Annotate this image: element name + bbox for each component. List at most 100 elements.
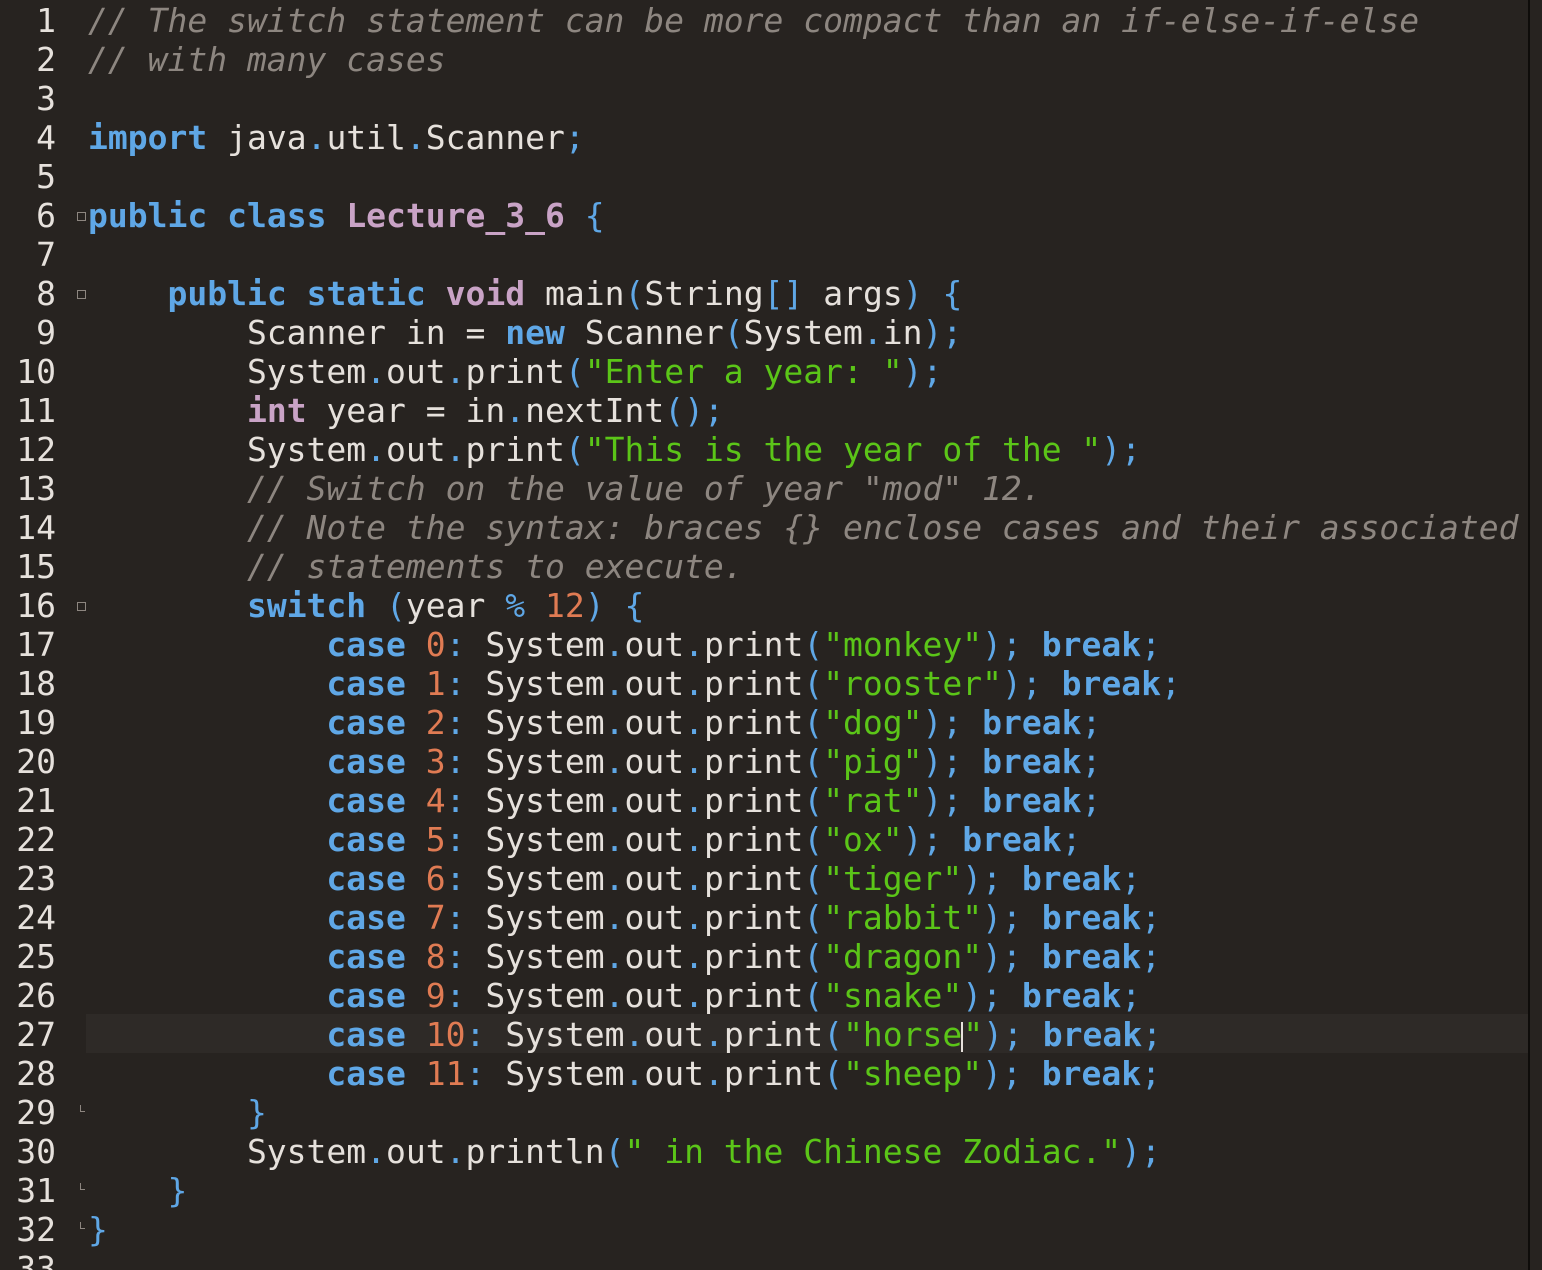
line-number: 15: [16, 547, 56, 586]
line-number: 1: [36, 1, 56, 40]
code-line[interactable]: 1 // The switch statement can be more com…: [0, 1, 1528, 40]
line-number: 19: [16, 703, 56, 742]
line-number: 6: [36, 196, 56, 235]
line-number: 28: [16, 1054, 56, 1093]
code-line[interactable]: 31 }: [0, 1171, 1528, 1210]
code-line[interactable]: 7: [0, 235, 1528, 274]
line-number: 12: [16, 430, 56, 469]
code-line[interactable]: 13 // Switch on the value of year "mod" …: [0, 469, 1528, 508]
code-text[interactable]: case 1: System.out.print("rooster"); bre…: [88, 664, 1180, 703]
line-number: 11: [16, 391, 56, 430]
line-number: 4: [36, 118, 56, 157]
code-text[interactable]: System.out.println(" in the Chinese Zodi…: [88, 1132, 1161, 1171]
code-line[interactable]: 9 Scanner in = new Scanner(System.in);: [0, 313, 1528, 352]
code-text[interactable]: case 7: System.out.print("rabbit"); brea…: [88, 898, 1161, 937]
code-line[interactable]: 3: [0, 79, 1528, 118]
code-text[interactable]: }: [88, 1171, 187, 1210]
code-line[interactable]: 32}: [0, 1210, 1528, 1249]
code-line[interactable]: 15 // statements to execute.: [0, 547, 1528, 586]
line-number: 13: [16, 469, 56, 508]
line-number: 33: [16, 1249, 56, 1270]
code-line[interactable]: 22 case 5: System.out.print("ox"); break…: [0, 820, 1528, 859]
code-text[interactable]: // with many cases: [88, 40, 446, 79]
code-line[interactable]: 6 public class Lecture_3_6 {: [0, 196, 1528, 235]
code-line[interactable]: 19 case 2: System.out.print("dog"); brea…: [0, 703, 1528, 742]
fold-toggle-icon[interactable]: [77, 212, 86, 221]
line-number: 25: [16, 937, 56, 976]
line-number: 30: [16, 1132, 56, 1171]
code-text[interactable]: case 4: System.out.print("rat"); break;: [88, 781, 1101, 820]
code-line[interactable]: 5: [0, 157, 1528, 196]
code-line[interactable]: 14 // Note the syntax: braces {} enclose…: [0, 508, 1528, 547]
code-line[interactable]: 25 case 8: System.out.print("dragon"); b…: [0, 937, 1528, 976]
code-text[interactable]: case 10: System.out.print("horse"); brea…: [88, 1015, 1162, 1054]
code-line[interactable]: 4 import java.util.Scanner;: [0, 118, 1528, 157]
code-line[interactable]: 18 case 1: System.out.print("rooster"); …: [0, 664, 1528, 703]
code-text[interactable]: }: [88, 1093, 267, 1132]
fold-end-marker-icon: [80, 1105, 85, 1112]
line-number: 16: [16, 586, 56, 625]
line-number: 21: [16, 781, 56, 820]
code-text[interactable]: case 0: System.out.print("monkey"); brea…: [88, 625, 1161, 664]
code-line[interactable]: 23 case 6: System.out.print("tiger"); br…: [0, 859, 1528, 898]
code-line[interactable]: 2 // with many cases: [0, 40, 1528, 79]
code-line[interactable]: 17 case 0: System.out.print("monkey"); b…: [0, 625, 1528, 664]
code-text[interactable]: // The switch statement can be more comp…: [88, 1, 1419, 40]
code-text[interactable]: }: [88, 1210, 108, 1249]
code-text[interactable]: case 5: System.out.print("ox"); break;: [88, 820, 1081, 859]
code-text[interactable]: switch (year % 12) {: [88, 586, 644, 625]
code-line[interactable]: 20 case 3: System.out.print("pig"); brea…: [0, 742, 1528, 781]
code-line[interactable]: 16 switch (year % 12) {: [0, 586, 1528, 625]
fold-toggle-icon[interactable]: [77, 602, 86, 611]
line-number: 23: [16, 859, 56, 898]
editor-right-padding: [1530, 0, 1542, 1270]
line-number: 32: [16, 1210, 56, 1249]
line-number: 14: [16, 508, 56, 547]
code-text[interactable]: case 8: System.out.print("dragon"); brea…: [88, 937, 1161, 976]
fold-toggle-icon[interactable]: [77, 290, 86, 299]
line-number: 10: [16, 352, 56, 391]
code-line[interactable]: 10 System.out.print("Enter a year: ");: [0, 352, 1528, 391]
code-text[interactable]: System.out.print("This is the year of th…: [88, 430, 1141, 469]
code-text[interactable]: // Note the syntax: braces {} enclose ca…: [88, 508, 1519, 547]
code-line[interactable]: 26 case 9: System.out.print("snake"); br…: [0, 976, 1528, 1015]
line-number: 31: [16, 1171, 56, 1210]
code-text[interactable]: case 6: System.out.print("tiger"); break…: [88, 859, 1141, 898]
code-line[interactable]: 28 case 11: System.out.print("sheep"); b…: [0, 1054, 1528, 1093]
code-text[interactable]: case 3: System.out.print("pig"); break;: [88, 742, 1101, 781]
code-line[interactable]: 8 public static void main(String[] args)…: [0, 274, 1528, 313]
code-text[interactable]: // Switch on the value of year "mod" 12.: [88, 469, 1042, 508]
line-number: 18: [16, 664, 56, 703]
code-line[interactable]: 24 case 7: System.out.print("rabbit"); b…: [0, 898, 1528, 937]
code-text[interactable]: case 11: System.out.print("sheep"); brea…: [88, 1054, 1161, 1093]
code-text[interactable]: import java.util.Scanner;: [88, 118, 585, 157]
line-number: 27: [16, 1015, 56, 1054]
code-line[interactable]: 33: [0, 1249, 1528, 1270]
code-editor[interactable]: 1 // The switch statement can be more com…: [0, 0, 1542, 1270]
code-line[interactable]: 21 case 4: System.out.print("rat"); brea…: [0, 781, 1528, 820]
code-text[interactable]: case 9: System.out.print("snake"); break…: [88, 976, 1141, 1015]
code-text[interactable]: // statements to execute.: [88, 547, 744, 586]
line-number: 8: [36, 274, 56, 313]
line-number: 20: [16, 742, 56, 781]
code-text[interactable]: int year = in.nextInt();: [88, 391, 724, 430]
line-number: 5: [36, 157, 56, 196]
code-text[interactable]: System.out.print("Enter a year: ");: [88, 352, 942, 391]
code-line[interactable]: 30 System.out.println(" in the Chinese Z…: [0, 1132, 1528, 1171]
code-line[interactable]: 12 System.out.print("This is the year of…: [0, 430, 1528, 469]
code-text[interactable]: public class Lecture_3_6 {: [88, 196, 605, 235]
line-number: 3: [36, 79, 56, 118]
line-number: 24: [16, 898, 56, 937]
fold-end-marker-icon: [80, 1222, 85, 1229]
line-number: 26: [16, 976, 56, 1015]
line-number: 2: [36, 40, 56, 79]
code-line[interactable]: 29 }: [0, 1093, 1528, 1132]
line-number: 22: [16, 820, 56, 859]
code-text[interactable]: Scanner in = new Scanner(System.in);: [88, 313, 962, 352]
line-number: 29: [16, 1093, 56, 1132]
code-line[interactable]: 27 case 10: System.out.print("horse"); b…: [0, 1015, 1528, 1054]
code-text[interactable]: case 2: System.out.print("dog"); break;: [88, 703, 1101, 742]
line-number: 9: [36, 313, 56, 352]
code-text[interactable]: public static void main(String[] args) {: [88, 274, 962, 313]
code-line[interactable]: 11 int year = in.nextInt();: [0, 391, 1528, 430]
